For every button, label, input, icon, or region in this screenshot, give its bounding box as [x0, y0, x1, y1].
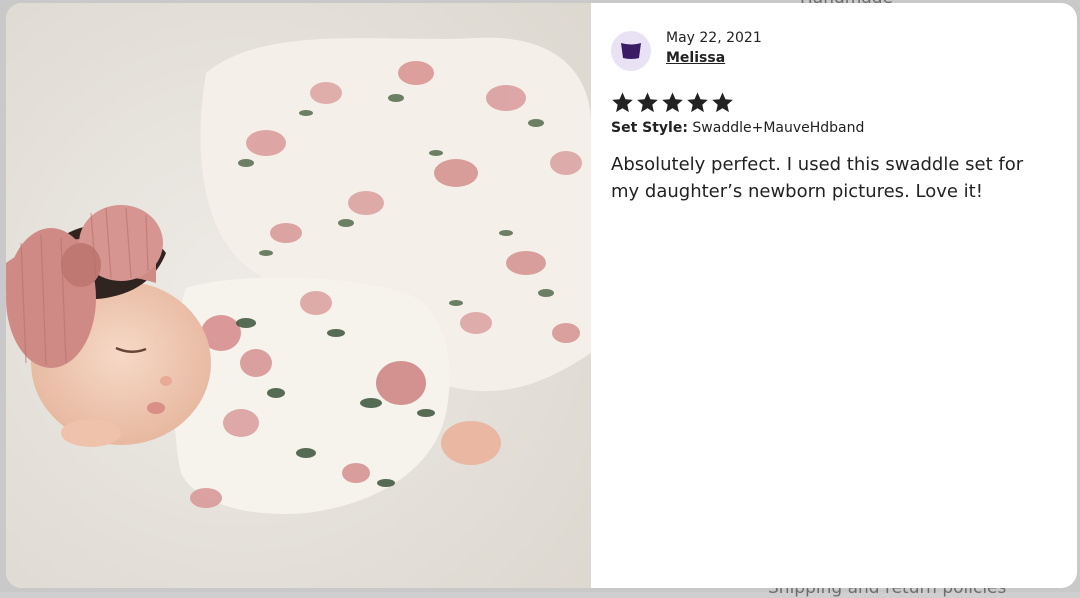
variation-label: Set Style: [611, 120, 688, 136]
variation-value: Swaddle+MauveHdband [692, 120, 865, 136]
review-photo-modal: May 22, 2021 Melissa Set Style: Swaddle+… [6, 3, 1077, 588]
star-icon [662, 92, 683, 113]
review-panel: May 22, 2021 Melissa Set Style: Swaddle+… [591, 3, 1077, 588]
reviewer-name-link[interactable]: Melissa [666, 48, 762, 68]
avatar[interactable] [611, 31, 651, 71]
star-icon [687, 92, 708, 113]
review-author-row: May 22, 2021 Melissa [611, 28, 1053, 71]
review-text: Absolutely perfect. I used this swaddle … [611, 154, 1024, 202]
star-icon [637, 92, 658, 113]
star-icon [612, 92, 633, 113]
star-icon [712, 92, 733, 113]
avatar-icon [621, 43, 641, 59]
variation-info: Set Style: Swaddle+MauveHdband [611, 120, 1053, 136]
author-meta: May 22, 2021 Melissa [666, 28, 762, 68]
review-photo [6, 3, 591, 588]
review-date: May 22, 2021 [666, 30, 762, 46]
star-rating [611, 91, 1053, 114]
